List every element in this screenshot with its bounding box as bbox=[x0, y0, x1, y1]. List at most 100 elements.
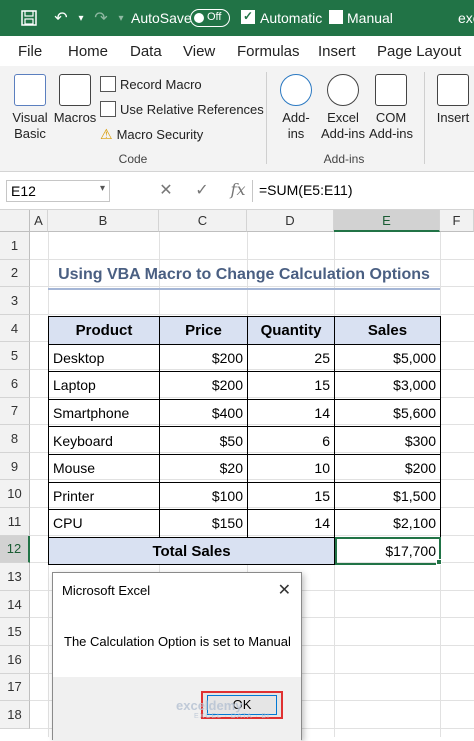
row-header[interactable]: 16 bbox=[0, 646, 30, 674]
automatic-label: Automatic bbox=[260, 10, 323, 26]
save-icon[interactable] bbox=[18, 8, 40, 28]
tab-formulas[interactable]: Formulas bbox=[237, 43, 300, 60]
row-header[interactable]: 3 bbox=[0, 287, 30, 315]
insert-function-icon[interactable]: fx bbox=[220, 180, 256, 199]
row-header[interactable]: 6 bbox=[0, 370, 30, 398]
undo-dropdown-icon[interactable]: ▾ bbox=[70, 8, 92, 28]
row-header[interactable]: 9 bbox=[0, 452, 30, 481]
tab-data[interactable]: Data bbox=[130, 43, 162, 60]
name-box[interactable]: E12 ▾ bbox=[6, 180, 110, 202]
row-header[interactable]: 8 bbox=[0, 425, 30, 453]
total-label[interactable]: Total Sales bbox=[48, 536, 335, 566]
cell-quantity[interactable]: 15 bbox=[247, 481, 335, 511]
total-row: Total Sales $17,700 bbox=[48, 536, 441, 566]
cell-price[interactable]: $50 bbox=[159, 426, 248, 455]
sheet-title[interactable]: Using VBA Macro to Change Calculation Op… bbox=[48, 262, 440, 290]
cell-price[interactable]: $400 bbox=[159, 398, 248, 428]
relative-references-icon bbox=[100, 101, 116, 117]
row-header[interactable]: 15 bbox=[0, 618, 30, 646]
com-addins-button[interactable]: COM Add-ins bbox=[366, 74, 416, 142]
cell-price[interactable]: $200 bbox=[159, 343, 248, 373]
macro-security-button[interactable]: ⚠ Macro Security bbox=[100, 126, 203, 143]
cell-product[interactable]: Desktop bbox=[48, 343, 160, 373]
tab-page-layout[interactable]: Page Layout bbox=[377, 43, 461, 60]
cancel-icon[interactable]: ✕ bbox=[148, 180, 184, 200]
automatic-checkbox[interactable]: ✓ bbox=[241, 10, 255, 24]
addins-group-label: Add-ins bbox=[323, 152, 365, 166]
row-header[interactable]: 12 bbox=[0, 535, 30, 564]
cell-quantity[interactable]: 6 bbox=[247, 426, 335, 455]
macros-button[interactable]: Macros bbox=[53, 74, 97, 126]
tab-insert[interactable]: Insert bbox=[318, 43, 356, 60]
cell-sales[interactable]: $5,000 bbox=[334, 343, 441, 373]
cell-quantity[interactable]: 14 bbox=[247, 509, 335, 538]
column-header-f[interactable]: F bbox=[440, 210, 474, 232]
cell-product[interactable]: Keyboard bbox=[48, 426, 160, 455]
row-header[interactable]: 11 bbox=[0, 508, 30, 536]
header-price[interactable]: Price bbox=[159, 316, 248, 345]
chevron-down-icon[interactable]: ▾ bbox=[100, 183, 105, 194]
insert-controls-button[interactable]: Insert bbox=[434, 74, 472, 126]
cell-product[interactable]: Mouse bbox=[48, 453, 160, 483]
column-header-e[interactable]: E bbox=[334, 210, 440, 232]
tab-home[interactable]: Home bbox=[68, 43, 108, 60]
cell-product[interactable]: Laptop bbox=[48, 371, 160, 400]
cell-quantity[interactable]: 15 bbox=[247, 371, 335, 400]
fill-handle[interactable] bbox=[436, 559, 442, 565]
visual-basic-button[interactable]: Visual Basic bbox=[8, 74, 52, 142]
row-header[interactable]: 14 bbox=[0, 590, 30, 619]
header-quantity[interactable]: Quantity bbox=[247, 316, 335, 345]
row-header[interactable]: 2 bbox=[0, 259, 30, 288]
macros-label: Macros bbox=[53, 110, 97, 125]
cell-price[interactable]: $150 bbox=[159, 509, 248, 538]
formula-input[interactable]: =SUM(E5:E11) bbox=[252, 180, 474, 202]
redo-icon[interactable]: ↷ bbox=[90, 8, 112, 28]
cell-price[interactable]: $20 bbox=[159, 453, 248, 483]
manual-checkbox[interactable] bbox=[329, 10, 343, 24]
row-header[interactable]: 17 bbox=[0, 673, 30, 702]
cell-sales[interactable]: $1,500 bbox=[334, 481, 441, 511]
tab-file[interactable]: File bbox=[18, 43, 42, 60]
total-value-cell[interactable]: $17,700 bbox=[334, 536, 441, 566]
tab-view[interactable]: View bbox=[183, 43, 215, 60]
cell-price[interactable]: $200 bbox=[159, 371, 248, 400]
formula-buttons: ✕ ✓ fx bbox=[148, 180, 256, 200]
column-header-b[interactable]: B bbox=[48, 210, 159, 232]
header-product[interactable]: Product bbox=[48, 316, 160, 345]
addins-button[interactable]: Add- ins bbox=[276, 74, 316, 142]
row-header[interactable]: 18 bbox=[0, 701, 30, 729]
row-header[interactable]: 7 bbox=[0, 397, 30, 426]
cell-quantity[interactable]: 14 bbox=[247, 398, 335, 428]
relative-references-button[interactable]: Use Relative References bbox=[100, 101, 264, 117]
cell-sales[interactable]: $5,600 bbox=[334, 398, 441, 428]
row-header[interactable]: 4 bbox=[0, 314, 30, 343]
cell-price[interactable]: $100 bbox=[159, 481, 248, 511]
header-sales[interactable]: Sales bbox=[334, 316, 441, 345]
column-header-d[interactable]: D bbox=[247, 210, 334, 232]
redo-dropdown-icon[interactable]: ▾ bbox=[110, 8, 132, 28]
table-row: Mouse $20 10 $200 bbox=[48, 453, 441, 483]
row-header[interactable]: 1 bbox=[0, 232, 30, 260]
cell-quantity[interactable]: 25 bbox=[247, 343, 335, 373]
cell-sales[interactable]: $300 bbox=[334, 426, 441, 455]
cell-sales[interactable]: $3,000 bbox=[334, 371, 441, 400]
record-macro-button[interactable]: Record Macro bbox=[100, 76, 202, 92]
cell-product[interactable]: Printer bbox=[48, 481, 160, 511]
close-icon[interactable]: ✕ bbox=[278, 580, 291, 600]
row-header[interactable]: 5 bbox=[0, 342, 30, 370]
excel-addins-button[interactable]: Excel Add-ins bbox=[318, 74, 368, 142]
column-header-c[interactable]: C bbox=[159, 210, 247, 232]
undo-icon[interactable]: ↶ bbox=[50, 8, 72, 28]
group-separator bbox=[266, 72, 267, 164]
select-all-corner[interactable] bbox=[0, 210, 30, 232]
cell-sales[interactable]: $2,100 bbox=[334, 509, 441, 538]
cell-quantity[interactable]: 10 bbox=[247, 453, 335, 483]
cell-product[interactable]: CPU bbox=[48, 509, 160, 538]
confirm-icon[interactable]: ✓ bbox=[184, 180, 220, 200]
cell-sales[interactable]: $200 bbox=[334, 453, 441, 483]
row-header[interactable]: 13 bbox=[0, 563, 30, 591]
row-header[interactable]: 10 bbox=[0, 480, 30, 508]
autosave-toggle[interactable]: Off bbox=[190, 9, 230, 27]
column-header-a[interactable]: A bbox=[30, 210, 48, 232]
cell-product[interactable]: Smartphone bbox=[48, 398, 160, 428]
